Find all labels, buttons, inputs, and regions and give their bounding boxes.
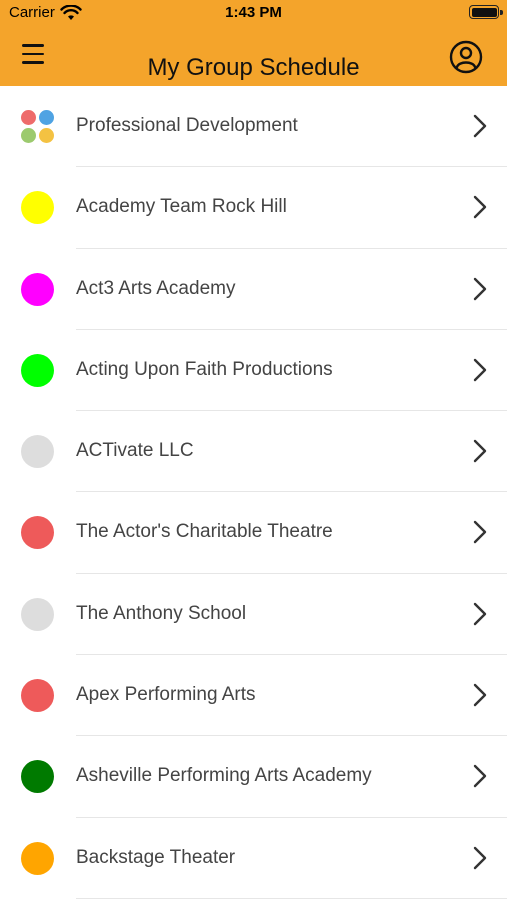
list-item[interactable]: ACTivate LLC <box>0 411 507 493</box>
group-color-dot-icon <box>21 353 54 387</box>
group-color-dot-icon <box>21 841 54 875</box>
group-label: The Anthony School <box>76 602 247 624</box>
list-item[interactable]: Asheville Performing Arts Academy <box>0 736 507 818</box>
chevron-right-icon <box>473 683 487 707</box>
group-label: ACTivate LLC <box>76 440 194 462</box>
chevron-right-icon <box>473 277 487 300</box>
list-item[interactable]: Academy Team Rock Hill <box>0 167 507 249</box>
battery-icon <box>469 5 503 19</box>
group-color-dot-icon <box>21 435 54 469</box>
list-item[interactable]: Acting Upon Faith Productions <box>0 330 507 412</box>
user-circle-icon[interactable] <box>449 40 483 74</box>
group-color-dot-icon <box>21 516 54 550</box>
chevron-right-icon <box>473 196 487 219</box>
group-label: Backstage Theater <box>76 846 236 868</box>
page-title: My Group Schedule <box>147 54 360 81</box>
list-item[interactable]: Apex Performing Arts <box>0 655 507 737</box>
chevron-right-icon <box>473 114 487 138</box>
app-header: Carrier 1:43 PM My Group Schedule <box>0 0 507 86</box>
group-color-dot-icon <box>21 597 54 631</box>
group-list: Professional Development Academy Team Roc… <box>0 86 507 900</box>
group-color-dot-icon <box>21 679 54 713</box>
list-item[interactable]: The Actor's Charitable Theatre <box>0 492 507 575</box>
group-color-dot-icon <box>21 760 54 794</box>
chevron-right-icon <box>473 439 487 463</box>
chevron-right-icon <box>473 846 487 869</box>
chevron-right-icon <box>473 521 487 544</box>
status-bar: Carrier 1:43 PM <box>0 0 507 26</box>
chevron-right-icon <box>473 358 487 382</box>
chevron-right-icon <box>473 602 487 625</box>
group-label: Act3 Arts Academy <box>76 277 236 299</box>
list-item[interactable]: The Anthony School <box>0 574 507 656</box>
list-item[interactable]: Professional Development <box>0 86 507 168</box>
group-label: Asheville Performing Arts Academy <box>76 765 372 787</box>
group-color-dot-icon <box>21 191 54 225</box>
group-label: Acting Upon Faith Productions <box>76 358 333 380</box>
status-time: 1:43 PM <box>225 4 282 21</box>
group-label: Academy Team Rock Hill <box>76 196 287 218</box>
multi-color-dot-icon <box>21 110 54 143</box>
group-label: The Actor's Charitable Theatre <box>76 521 333 543</box>
list-item[interactable]: Backstage Theater <box>0 818 507 900</box>
group-label: Apex Performing Arts <box>76 684 256 706</box>
chevron-right-icon <box>473 765 487 788</box>
list-item[interactable]: Act3 Arts Academy <box>0 249 507 331</box>
group-color-dot-icon <box>21 272 54 306</box>
group-label: Professional Development <box>76 115 298 136</box>
